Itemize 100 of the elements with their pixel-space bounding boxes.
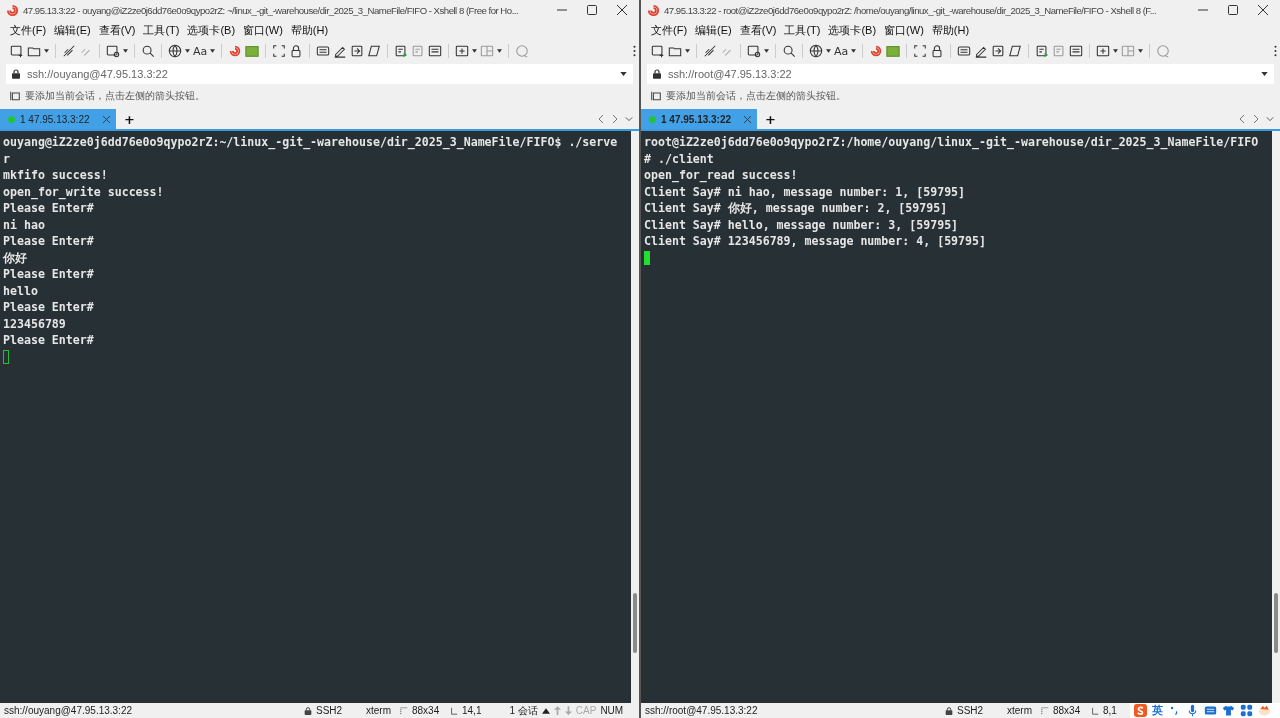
- add-session-icon[interactable]: [9, 90, 21, 102]
- menu-item[interactable]: 工具(T): [784, 22, 821, 38]
- caret-icon[interactable]: [764, 49, 769, 53]
- menu-item[interactable]: 选项卡(B): [828, 22, 877, 38]
- caret-icon[interactable]: [851, 49, 857, 53]
- spiral-logo-icon[interactable]: [869, 44, 884, 58]
- session-tab[interactable]: 1 47.95.13.3:22: [641, 109, 757, 129]
- caret-icon[interactable]: [497, 49, 503, 53]
- fullscreen-icon[interactable]: [913, 44, 928, 58]
- add-session-icon[interactable]: [650, 90, 662, 102]
- caret-icon[interactable]: [123, 49, 128, 53]
- terminal-line: Client Say# hello, message number: 3, [59795]: [644, 216, 960, 233]
- caret-icon[interactable]: [1113, 49, 1119, 53]
- menu-item[interactable]: 帮助(H): [290, 22, 329, 38]
- scrollbar[interactable]: [1272, 131, 1280, 703]
- new-session-icon[interactable]: [10, 44, 24, 58]
- caret-icon[interactable]: [472, 49, 478, 53]
- keyboard-icon[interactable]: [957, 44, 972, 58]
- caret-icon[interactable]: [44, 49, 49, 53]
- menu-item[interactable]: 文件(F): [651, 22, 688, 38]
- close-icon[interactable]: [617, 5, 627, 15]
- caret-icon[interactable]: [1138, 49, 1144, 53]
- new-session-icon[interactable]: [651, 44, 665, 58]
- session-icon[interactable]: [747, 44, 761, 58]
- caret-icon[interactable]: [826, 49, 831, 53]
- address-field[interactable]: ssh://root@47.95.13.3:22: [647, 64, 1274, 84]
- language-toggle[interactable]: 英: [1152, 703, 1163, 718]
- input-method-logo-icon[interactable]: [1134, 704, 1147, 717]
- chevron-left-icon[interactable]: [597, 114, 605, 124]
- enter-icon[interactable]: [350, 44, 365, 58]
- chevron-right-icon[interactable]: [611, 114, 619, 124]
- spiral-logo-icon: [6, 3, 19, 17]
- close-icon[interactable]: [1258, 5, 1268, 15]
- more-icon[interactable]: [1274, 45, 1277, 57]
- pen-icon[interactable]: [333, 44, 348, 58]
- menu-item[interactable]: 选项卡(B): [187, 22, 236, 38]
- chevron-down-icon[interactable]: [625, 114, 633, 124]
- add-tab-button[interactable]: +: [116, 109, 143, 129]
- broken-link-icon[interactable]: [62, 44, 76, 58]
- broken-link-icon[interactable]: [703, 44, 717, 58]
- menu-item[interactable]: 编辑(E): [54, 22, 91, 38]
- lock-icon: [304, 706, 312, 715]
- menu-item[interactable]: 窗口(W): [884, 22, 924, 38]
- mascot-icon[interactable]: [1258, 704, 1271, 717]
- globe-icon[interactable]: [809, 44, 823, 58]
- globe-icon[interactable]: [168, 44, 182, 58]
- scrollbar[interactable]: [631, 131, 639, 703]
- pen-icon[interactable]: [974, 44, 989, 58]
- status-protocol: SSH2: [316, 705, 344, 716]
- status-terminal-type: xterm: [1007, 705, 1033, 716]
- folder-open-icon[interactable]: [27, 44, 41, 58]
- status-protocol: SSH2: [957, 705, 985, 716]
- menu-item[interactable]: 窗口(W): [243, 22, 283, 38]
- maximize-icon[interactable]: [587, 5, 597, 15]
- font-button[interactable]: Aa: [193, 44, 208, 58]
- menu-item[interactable]: 查看(V): [98, 22, 136, 38]
- spiral-logo-icon[interactable]: [228, 44, 243, 58]
- search-icon[interactable]: [782, 44, 796, 58]
- chevron-left-icon[interactable]: [1238, 114, 1246, 124]
- document-lines-icon[interactable]: [1069, 44, 1084, 58]
- caret-icon[interactable]: [185, 49, 190, 53]
- session-icon[interactable]: [106, 44, 120, 58]
- address-field[interactable]: ssh://ouyang@47.95.13.3:22: [6, 64, 633, 84]
- more-icon[interactable]: [633, 45, 636, 57]
- caret-up-icon[interactable]: [541, 706, 550, 715]
- shirt-icon[interactable]: [1222, 704, 1235, 717]
- font-button[interactable]: Aa: [834, 44, 849, 58]
- lock-icon[interactable]: [289, 44, 304, 58]
- lock-icon[interactable]: [930, 44, 945, 58]
- menu-item[interactable]: 帮助(H): [931, 22, 970, 38]
- caret-icon[interactable]: [685, 49, 690, 53]
- session-tab[interactable]: 1 47.95.13.3:22: [0, 109, 116, 129]
- enter-icon[interactable]: [991, 44, 1006, 58]
- chevron-down-icon[interactable]: [1266, 114, 1274, 124]
- document-lines-icon[interactable]: [428, 44, 443, 58]
- menu-item[interactable]: 编辑(E): [695, 22, 732, 38]
- add-tab-button[interactable]: +: [757, 109, 784, 129]
- folder-plus-icon[interactable]: [1096, 44, 1111, 58]
- chevron-right-icon[interactable]: [1252, 114, 1260, 124]
- grid-icon[interactable]: [1240, 704, 1253, 717]
- document-play-icon[interactable]: [1035, 44, 1050, 58]
- keyboard-icon[interactable]: [316, 44, 331, 58]
- keyboard-icon[interactable]: [1204, 704, 1217, 717]
- terminal-panel[interactable]: [0, 131, 639, 703]
- menu-item[interactable]: 工具(T): [143, 22, 180, 38]
- caret-icon[interactable]: [620, 72, 627, 76]
- caret-icon[interactable]: [210, 49, 216, 53]
- arrow-up-icon: [553, 706, 561, 715]
- microphone-icon[interactable]: [1186, 704, 1199, 717]
- caret-icon[interactable]: [1261, 72, 1268, 76]
- folder-open-icon[interactable]: [668, 44, 682, 58]
- terminal-line: Please Enter#: [3, 332, 95, 349]
- document-play-icon[interactable]: [394, 44, 409, 58]
- search-icon[interactable]: [141, 44, 155, 58]
- terminal-panel[interactable]: [641, 131, 1280, 703]
- menu-item[interactable]: 查看(V): [739, 22, 777, 38]
- maximize-icon[interactable]: [1228, 5, 1238, 15]
- menu-item[interactable]: 文件(F): [10, 22, 47, 38]
- fullscreen-icon[interactable]: [272, 44, 287, 58]
- folder-plus-icon[interactable]: [455, 44, 470, 58]
